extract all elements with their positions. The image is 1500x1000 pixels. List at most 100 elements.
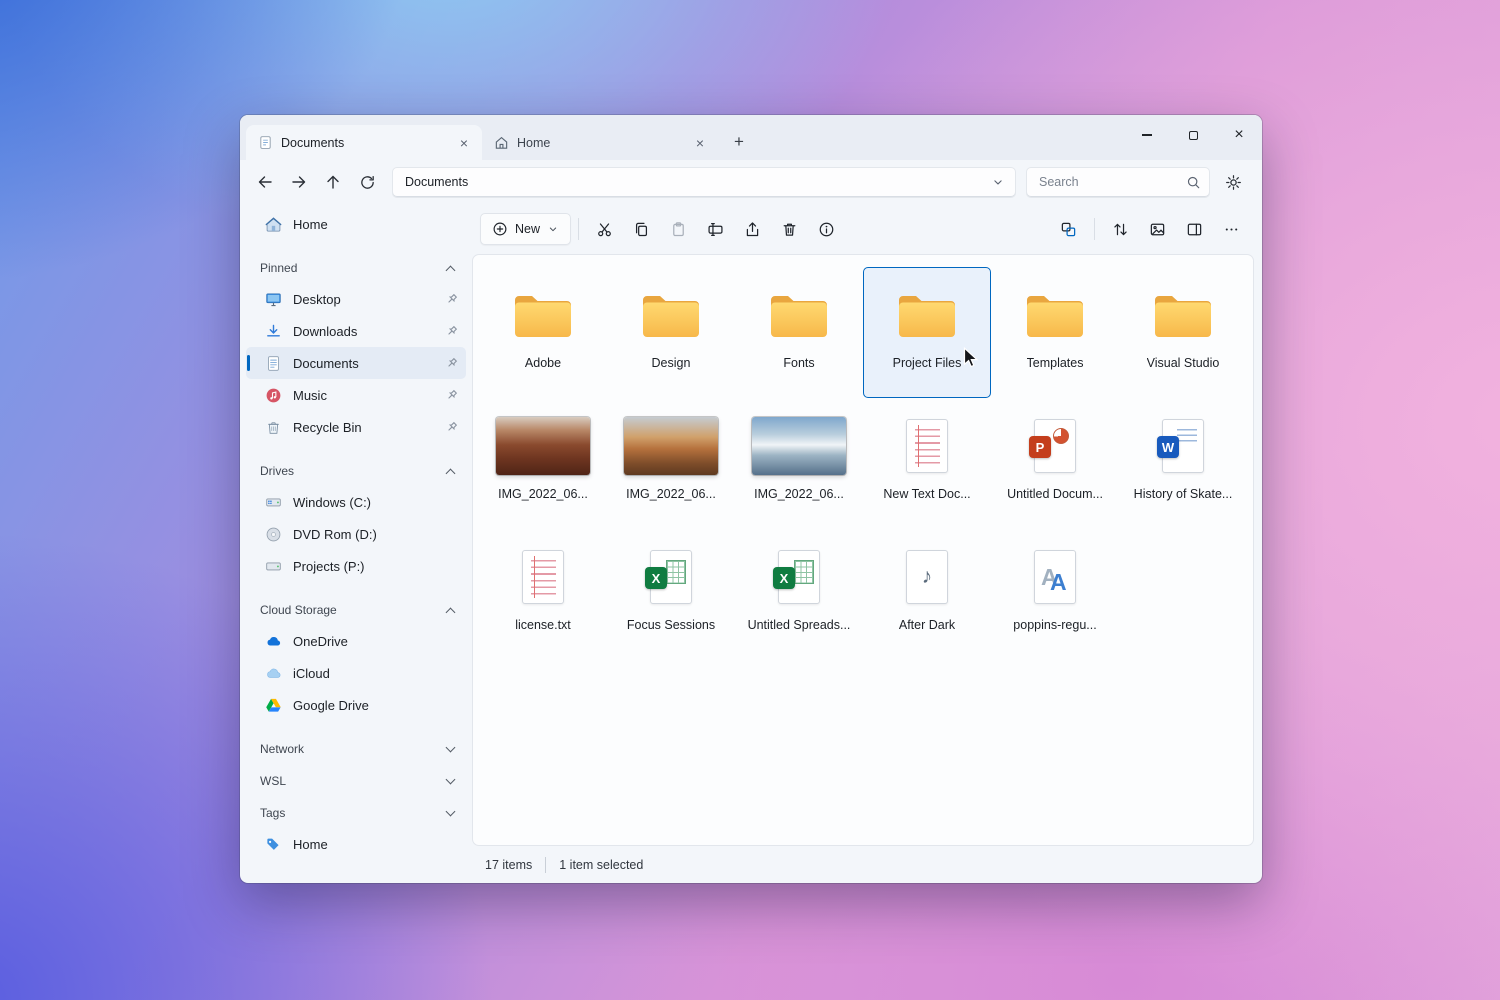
more-options-button[interactable] xyxy=(1213,212,1250,246)
file-item-history-of-skate[interactable]: W History of Skate... xyxy=(1119,398,1247,529)
file-item-poppins-font[interactable]: A A poppins-regu... xyxy=(991,529,1119,660)
tab-home[interactable]: Home × xyxy=(482,125,718,160)
paste-button[interactable] xyxy=(660,212,697,246)
new-button-label: New xyxy=(515,222,541,236)
sidebar-item-music[interactable]: Music xyxy=(246,379,466,411)
file-item-visual-studio[interactable]: Visual Studio xyxy=(1119,267,1247,398)
section-header-tags[interactable]: Tags xyxy=(246,798,466,828)
sidebar-item-icloud[interactable]: iCloud xyxy=(246,657,466,689)
font-file-icon: A A xyxy=(1034,550,1076,604)
toolbar-divider xyxy=(578,218,580,240)
file-item-templates[interactable]: Templates xyxy=(991,267,1119,398)
sidebar-item-dvd-rom-d[interactable]: DVD Rom (D:) xyxy=(246,518,466,550)
documents-icon xyxy=(264,355,282,372)
sidebar-item-desktop[interactable]: Desktop xyxy=(246,283,466,315)
section-header-pinned[interactable]: Pinned xyxy=(246,253,466,283)
file-item-untitled-document[interactable]: P Untitled Docum... xyxy=(991,398,1119,529)
up-button[interactable] xyxy=(316,165,350,199)
file-item-focus-sessions[interactable]: X Focus Sessions xyxy=(607,529,735,660)
settings-button[interactable] xyxy=(1216,165,1250,199)
toolbar-divider xyxy=(1094,218,1095,240)
close-icon: × xyxy=(1234,126,1244,143)
refresh-button[interactable] xyxy=(350,165,384,199)
forward-button[interactable] xyxy=(282,165,316,199)
close-tab-icon[interactable]: × xyxy=(690,133,710,153)
close-button[interactable]: × xyxy=(1216,115,1262,155)
hard-drive-icon xyxy=(264,494,282,511)
cut-button[interactable] xyxy=(586,212,623,246)
downloads-icon xyxy=(264,323,282,340)
file-item-photo-1[interactable]: IMG_2022_06... xyxy=(479,398,607,529)
onedrive-icon xyxy=(264,633,282,650)
sort-button[interactable] xyxy=(1102,212,1139,246)
file-name: IMG_2022_06... xyxy=(626,487,716,501)
search-box[interactable] xyxy=(1026,166,1210,198)
file-item-after-dark[interactable]: ♪ After Dark xyxy=(863,529,991,660)
sidebar-item-label: Projects (P:) xyxy=(293,558,365,574)
folder-icon xyxy=(515,296,571,337)
gallery-view-icon xyxy=(1150,223,1165,235)
file-item-fonts[interactable]: Fonts xyxy=(735,267,863,398)
tab-documents[interactable]: Documents × xyxy=(246,125,482,160)
sidebar-item-downloads[interactable]: Downloads xyxy=(246,315,466,347)
chevron-down-icon xyxy=(445,806,456,818)
tab-label: Documents xyxy=(281,135,345,150)
navigation-toolbar: Documents xyxy=(240,160,1262,204)
photo-thumbnail xyxy=(752,417,846,475)
file-item-design[interactable]: Design xyxy=(607,267,735,398)
status-divider xyxy=(545,856,547,873)
sidebar-item-onedrive[interactable]: OneDrive xyxy=(246,625,466,657)
chevron-down-icon[interactable] xyxy=(991,175,1005,189)
maximize-icon xyxy=(1188,130,1198,140)
view-options-button[interactable] xyxy=(1139,212,1176,246)
sidebar-item-label: DVD Rom (D:) xyxy=(293,526,377,542)
sidebar-item-documents[interactable]: Documents xyxy=(246,347,466,379)
file-item-adobe[interactable]: Adobe xyxy=(479,267,607,398)
sidebar-item-google-drive[interactable]: Google Drive xyxy=(246,689,466,721)
close-tab-icon[interactable]: × xyxy=(454,133,474,153)
excel-badge: X xyxy=(773,567,795,589)
minimize-button[interactable] xyxy=(1124,115,1170,155)
section-header-network[interactable]: Network xyxy=(246,734,466,764)
delete-icon xyxy=(783,223,796,236)
chevron-up-icon xyxy=(445,466,456,478)
file-item-license-txt[interactable]: license.txt xyxy=(479,529,607,660)
info-button[interactable] xyxy=(808,212,845,246)
back-button[interactable] xyxy=(248,165,282,199)
maximize-button[interactable] xyxy=(1170,115,1216,155)
file-item-photo-2[interactable]: IMG_2022_06... xyxy=(607,398,735,529)
preview-pane-button[interactable] xyxy=(1176,212,1213,246)
rename-button[interactable] xyxy=(697,212,734,246)
address-bar[interactable]: Documents xyxy=(392,166,1016,198)
powerpoint-badge: P xyxy=(1029,436,1051,458)
new-tab-button[interactable]: + xyxy=(724,127,754,157)
info-icon xyxy=(819,222,834,236)
sidebar-item-label: iCloud xyxy=(293,665,330,681)
sidebar-item-home[interactable]: Home xyxy=(246,208,466,240)
sidebar-item-label: OneDrive xyxy=(293,633,348,649)
sidebar-item-projects-p[interactable]: Projects (P:) xyxy=(246,550,466,582)
file-item-new-text-document[interactable]: New Text Doc... xyxy=(863,398,991,529)
sidebar-item-tag-home[interactable]: Home xyxy=(246,828,466,860)
file-name: license.txt xyxy=(515,618,571,632)
share-button[interactable] xyxy=(734,212,771,246)
search-input[interactable] xyxy=(1037,174,1186,190)
minimize-icon xyxy=(1142,134,1152,136)
desktop-icon xyxy=(264,291,282,308)
delete-button[interactable] xyxy=(771,212,808,246)
section-header-wsl[interactable]: WSL xyxy=(246,766,466,796)
sidebar-item-windows-c[interactable]: Windows (C:) xyxy=(246,486,466,518)
sidebar-item-recycle-bin[interactable]: Recycle Bin xyxy=(246,411,466,443)
file-name: Fonts xyxy=(783,356,815,370)
hard-drive-icon xyxy=(264,558,282,575)
copy-button[interactable] xyxy=(623,212,660,246)
section-header-cloud-storage[interactable]: Cloud Storage xyxy=(246,595,466,625)
section-label: Network xyxy=(260,742,305,756)
layout-toggle-button[interactable] xyxy=(1050,212,1087,246)
file-item-photo-3[interactable]: IMG_2022_06... xyxy=(735,398,863,529)
file-item-project-files[interactable]: Project Files xyxy=(863,267,991,398)
new-button[interactable]: New xyxy=(480,213,572,245)
file-item-untitled-spreadsheet[interactable]: X Untitled Spreads... xyxy=(735,529,863,660)
paste-icon xyxy=(673,221,684,236)
section-header-drives[interactable]: Drives xyxy=(246,456,466,486)
